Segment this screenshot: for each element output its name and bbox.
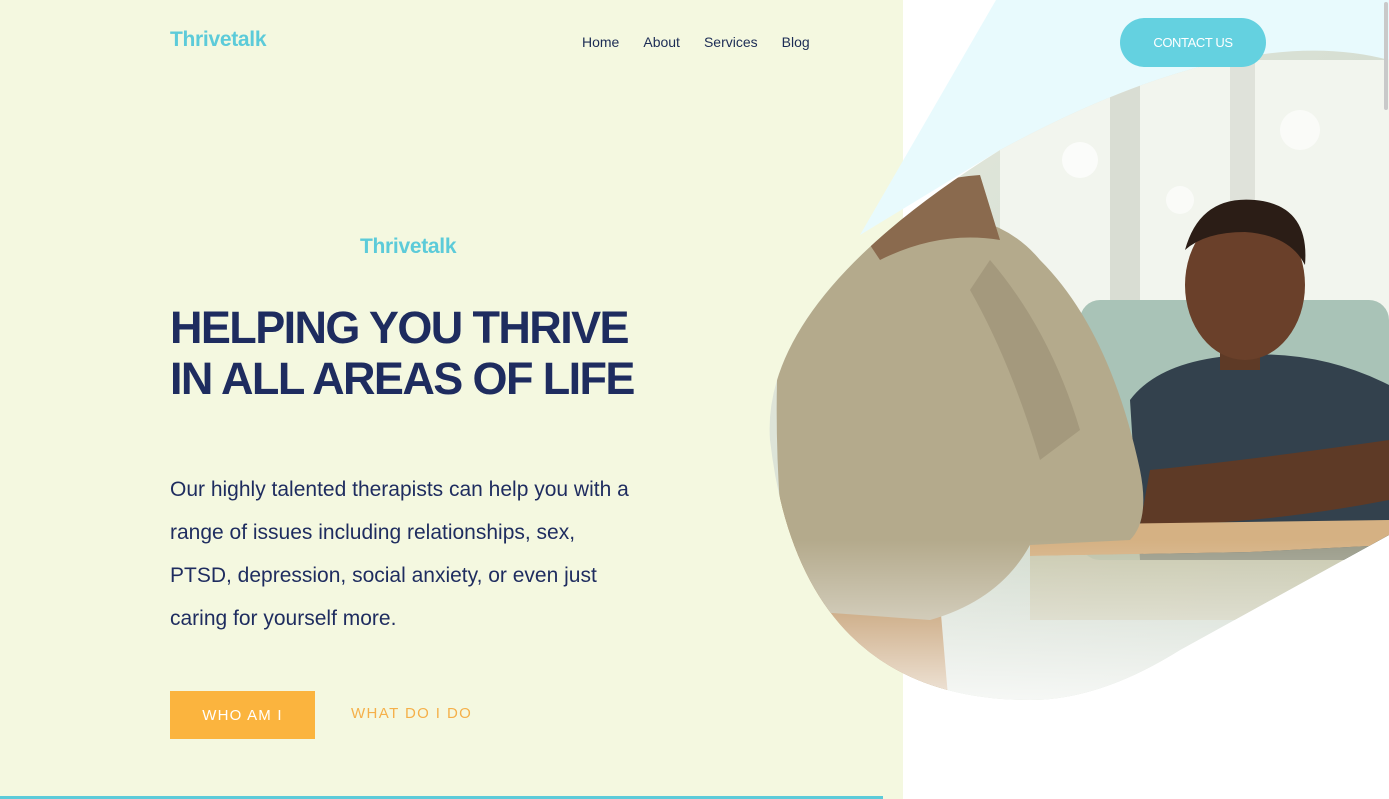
nav-about[interactable]: About [643,34,680,50]
hero-headline: HELPING YOU THRIVE IN ALL AREAS OF LIFE [170,302,650,404]
nav-home[interactable]: Home [582,34,619,50]
main-nav: Home About Services Blog [582,34,834,50]
nav-blog[interactable]: Blog [782,34,810,50]
nav-services[interactable]: Services [704,34,758,50]
hero-headline-line2: IN ALL AREAS OF LIFE [170,353,635,404]
who-am-i-button[interactable]: WHO AM I [170,691,315,739]
what-do-i-do-link[interactable]: WHAT DO I DO [351,705,472,722]
page-scrollbar[interactable] [1384,2,1388,110]
contact-us-button[interactable]: CONTACT US [1120,18,1266,67]
hero-headline-line1: HELPING YOU THRIVE [170,302,630,353]
brand-logo[interactable]: Thrivetalk [170,28,267,52]
hero-description: Our highly talented therapists can help … [170,478,629,630]
hero-eyebrow: Thrivetalk [360,235,457,258]
